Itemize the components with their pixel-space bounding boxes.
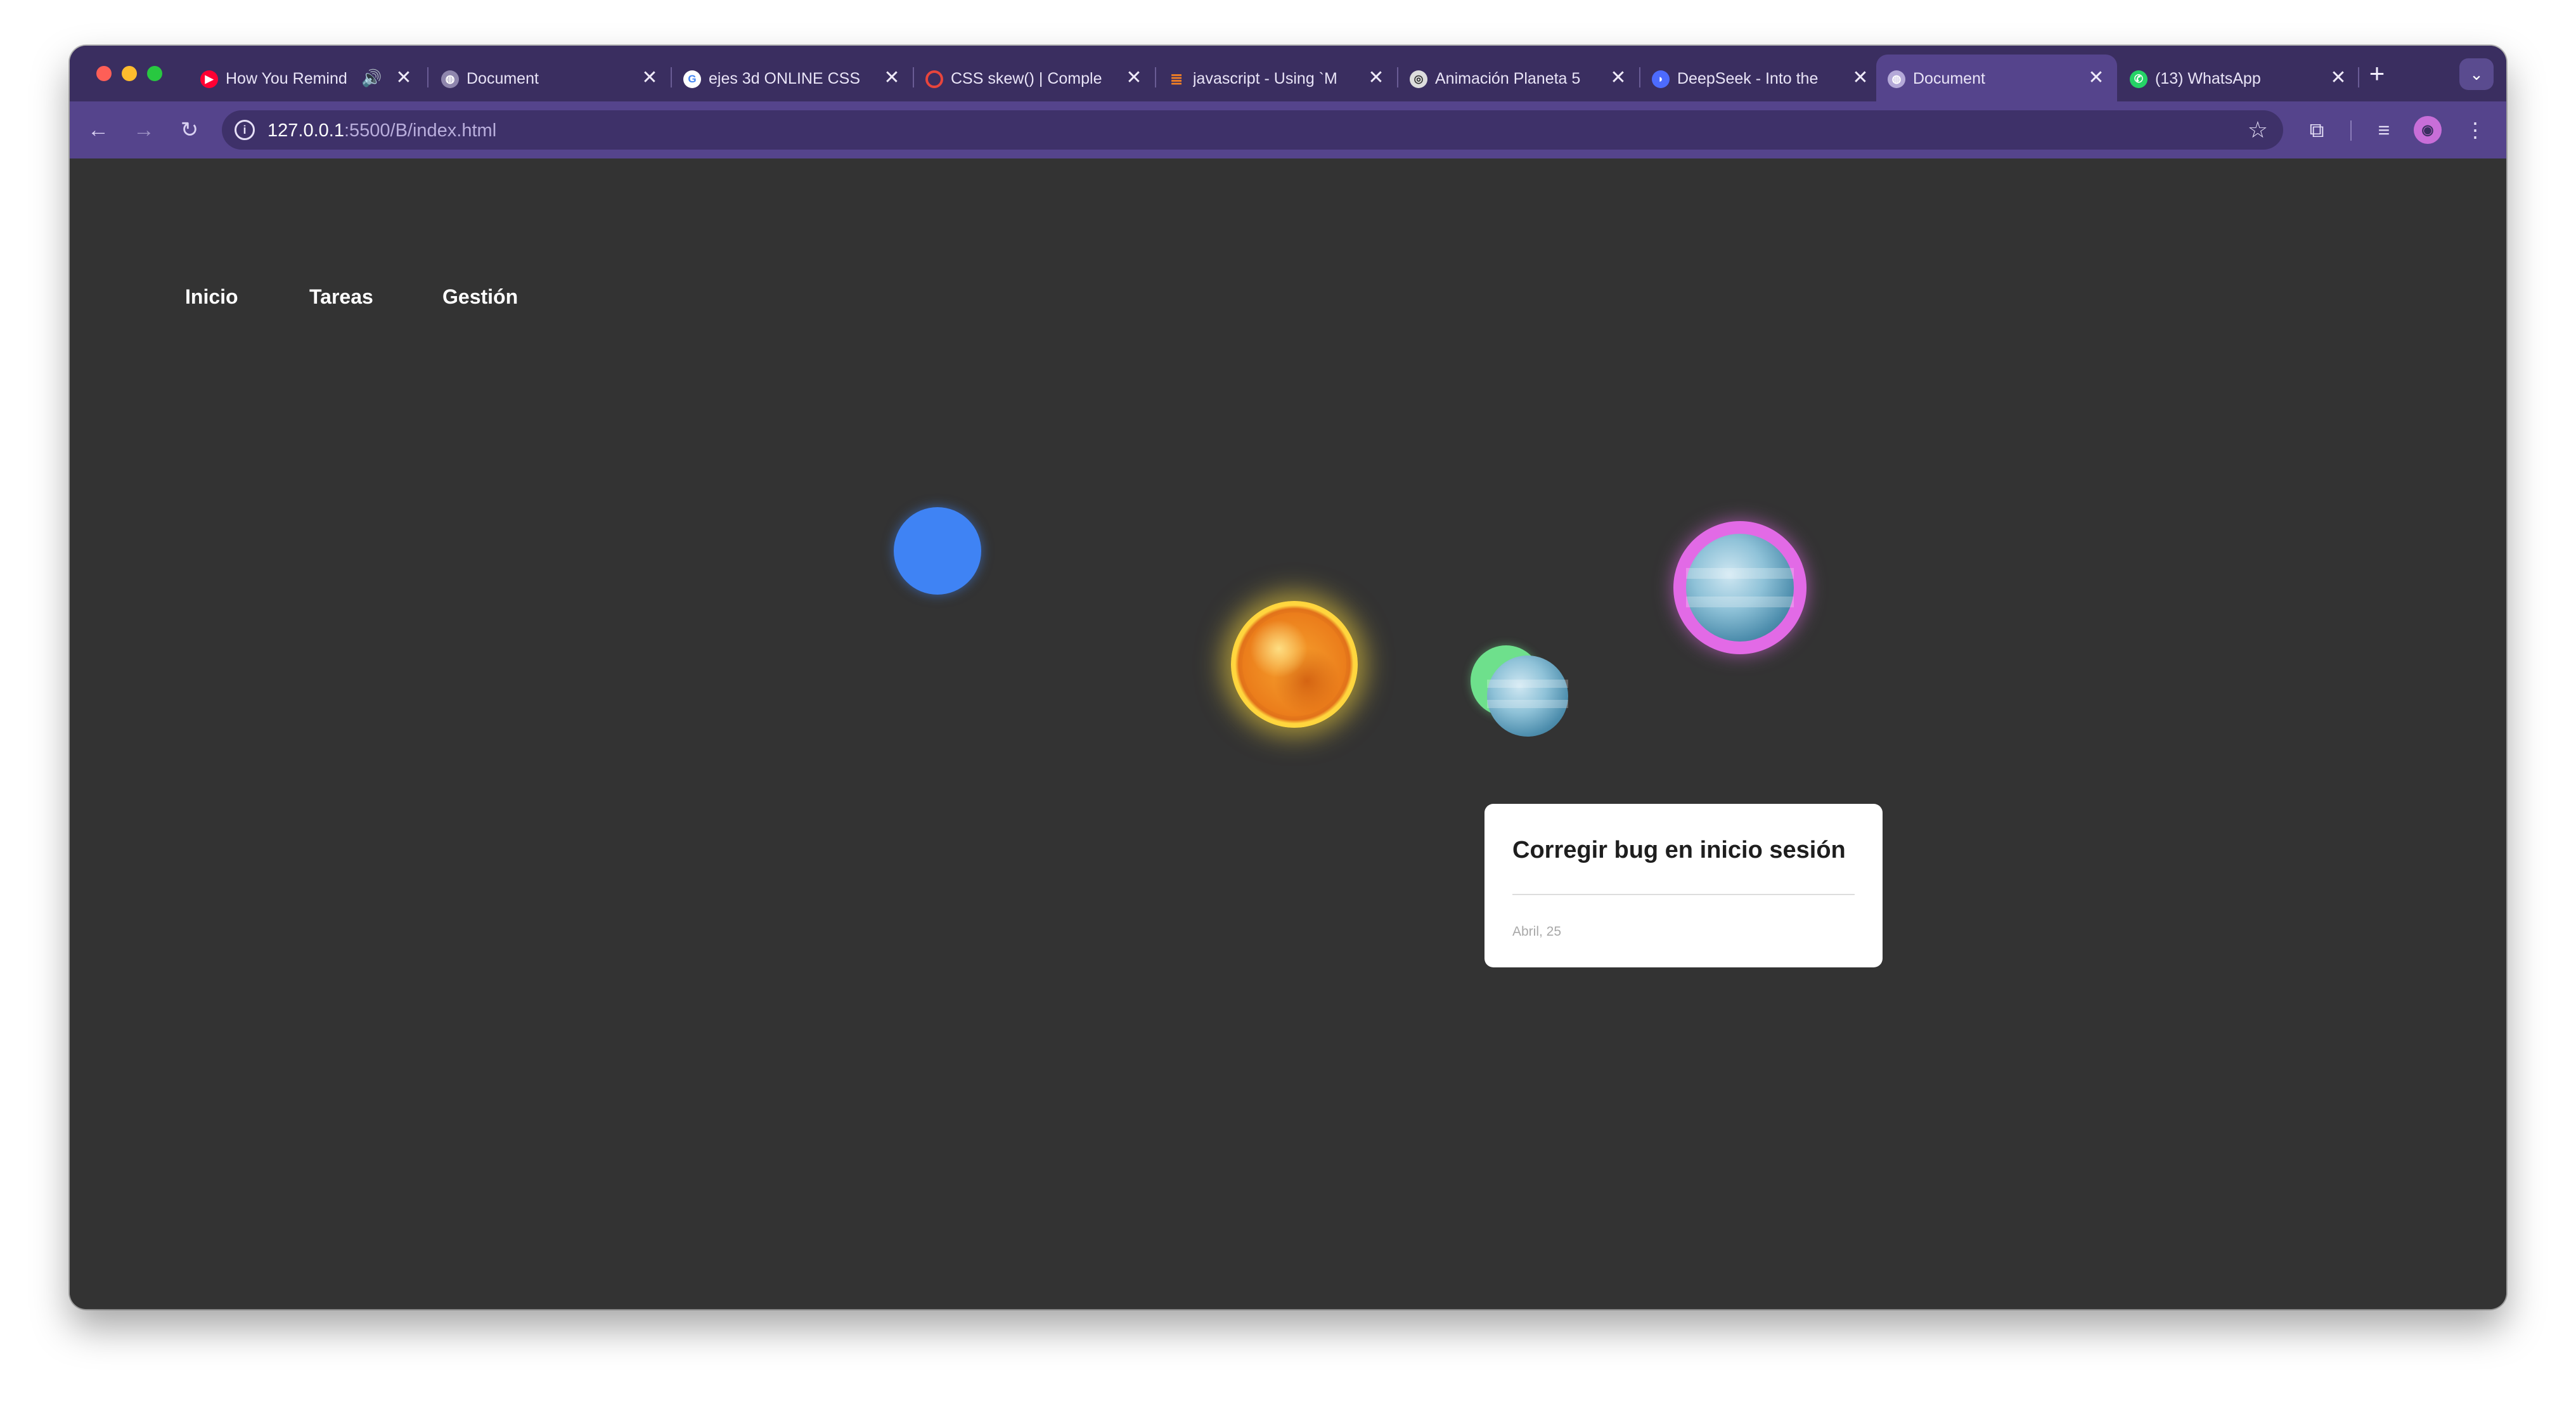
deepseek-icon: ◗ (1652, 70, 1670, 88)
close-window-button[interactable] (96, 66, 112, 81)
tab-close-button[interactable]: ✕ (881, 67, 903, 89)
whatsapp-icon: ✆ (2130, 70, 2148, 88)
task-title: Corregir bug en inicio sesión (1512, 837, 1846, 863)
globe-icon: ◍ (441, 70, 459, 88)
browser-toolbar: ← → ↻ i 127.0.0.1:5500/B/index.html ☆ ⧉ … (70, 101, 2506, 158)
sun[interactable] (1231, 601, 1358, 728)
menu-icon[interactable]: ⋮ (2459, 114, 2491, 146)
address-bar[interactable]: i 127.0.0.1:5500/B/index.html ☆ (222, 110, 2283, 150)
blue-planet[interactable] (894, 507, 981, 595)
tab-close-button[interactable]: ✕ (1850, 67, 1871, 89)
reload-button[interactable]: ↻ (174, 114, 205, 146)
tab-close-button[interactable]: ✕ (2328, 67, 2349, 89)
task-divider (1512, 894, 1855, 895)
tab-close-button[interactable]: ✕ (1123, 67, 1145, 89)
media-controls-icon[interactable]: ≡ (2368, 114, 2400, 146)
tab-separator (2358, 67, 2359, 87)
tab-whatsapp[interactable]: ✆ (13) WhatsApp ✕ (2118, 55, 2359, 101)
forward-button[interactable]: → (128, 114, 160, 146)
tab-close-button[interactable]: ✕ (639, 67, 660, 89)
maximize-window-button[interactable] (147, 66, 162, 81)
toolbar-separator (2350, 120, 2352, 141)
tab-deepseek[interactable]: ◗ DeepSeek - Into the ✕ (1640, 55, 1881, 101)
url-path: :5500/B/index.html (344, 120, 497, 141)
tab-search-button[interactable]: ⌄ (2459, 58, 2494, 90)
tab-close-button[interactable]: ✕ (1365, 67, 1387, 89)
tab-how-you-remind[interactable]: ▶ How You Remind 🔊 ✕ (189, 55, 425, 101)
planet-band (1487, 700, 1568, 709)
tab-ejes-3d[interactable]: G ejes 3d ONLINE CSS ✕ (672, 55, 913, 101)
page-content: Inicio Tareas Gestión Corregir bug en in… (70, 158, 2506, 1309)
tab-document-active[interactable]: ◍ Document ✕ (1876, 55, 2117, 101)
youtube-icon: ▶ (200, 70, 218, 88)
tab-javascript[interactable]: ≣ javascript - Using `M ✕ (1156, 55, 1397, 101)
nav-tareas[interactable]: Tareas (309, 285, 373, 309)
bookmark-star-icon[interactable]: ☆ (2248, 117, 2268, 143)
ringed-planet[interactable] (1673, 521, 1806, 654)
sun-surface (1242, 612, 1346, 716)
planet-band (1686, 568, 1794, 579)
url-host: 127.0.0.1 (267, 120, 344, 141)
site-icon (925, 70, 943, 88)
url-text[interactable]: 127.0.0.1:5500/B/index.html (267, 120, 496, 141)
tab-strip: ▶ How You Remind 🔊 ✕ ◍ Document ✕ G ejes… (70, 46, 2506, 101)
ringed-planet-surface (1686, 534, 1794, 642)
browser-window: ▶ How You Remind 🔊 ✕ ◍ Document ✕ G ejes… (70, 46, 2506, 1309)
planet-band (1686, 596, 1794, 607)
extensions-icon[interactable]: ⧉ (2301, 114, 2333, 146)
tab-animacion-planeta[interactable]: ◎ Animación Planeta 5 ✕ (1398, 55, 1639, 101)
stackoverflow-icon: ≣ (1169, 70, 1183, 88)
audio-icon[interactable]: 🔊 (361, 68, 382, 88)
tab-close-button[interactable]: ✕ (2085, 67, 2107, 89)
tab-close-button[interactable]: ✕ (1607, 67, 1629, 89)
minimize-window-button[interactable] (122, 66, 137, 81)
profile-avatar[interactable]: ◉ (2414, 116, 2442, 144)
tab-document[interactable]: ◍ Document ✕ (430, 55, 671, 101)
planet-band (1487, 680, 1568, 688)
globe-icon: ◍ (1888, 70, 1905, 88)
back-button[interactable]: ← (82, 114, 114, 146)
tab-separator (427, 67, 428, 87)
nav-inicio[interactable]: Inicio (185, 285, 238, 309)
site-info-icon[interactable]: i (235, 120, 255, 140)
ice-planet-small[interactable] (1487, 655, 1568, 737)
new-tab-button[interactable]: + (2363, 60, 2391, 87)
nav-gestion[interactable]: Gestión (442, 285, 518, 309)
task-card[interactable]: Corregir bug en inicio sesión Abril, 25 (1484, 804, 1883, 967)
task-date: Abril, 25 (1512, 924, 1562, 939)
google-icon: G (683, 70, 701, 88)
tab-close-button[interactable]: ✕ (393, 67, 415, 89)
codepen-icon: ◎ (1410, 70, 1427, 88)
tab-css-skew[interactable]: CSS skew() | Comple ✕ (914, 55, 1155, 101)
